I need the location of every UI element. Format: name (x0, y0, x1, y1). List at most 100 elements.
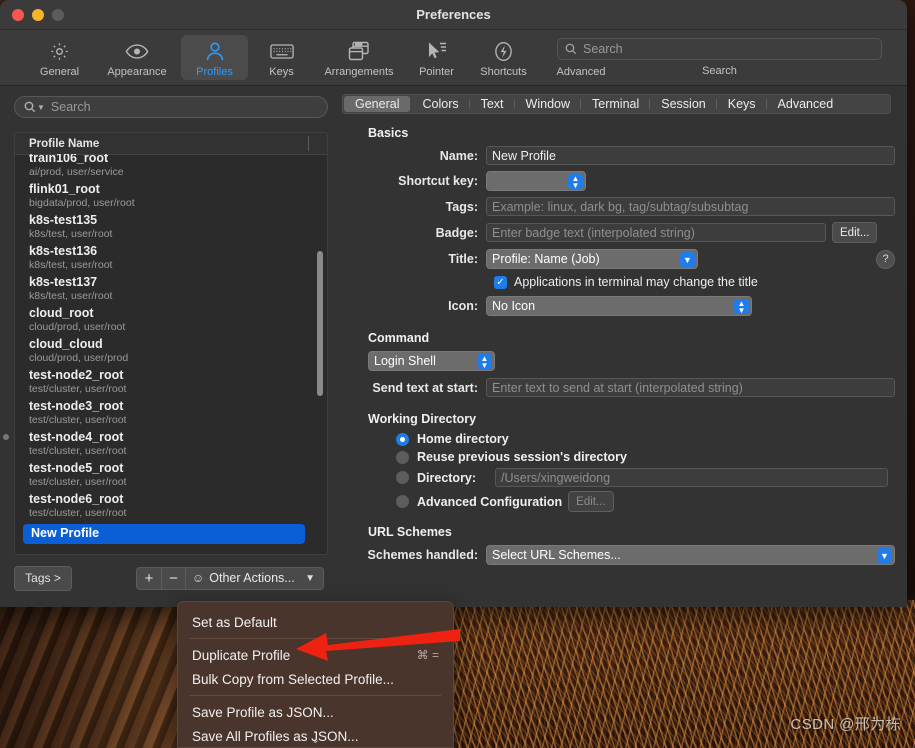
toolbar-item-keys[interactable]: Keys (248, 35, 315, 80)
list-item[interactable]: test-node4_root test/cluster, user/root (15, 429, 327, 460)
list-item[interactable]: test-node6_root test/cluster, user/root (15, 491, 327, 522)
profiles-scrollbar[interactable] (317, 251, 323, 396)
profile-tags: bigdata/prod, user/root (29, 197, 135, 209)
apps-change-title-label: Applications in terminal may change the … (514, 275, 758, 289)
minimize-button[interactable] (32, 9, 44, 21)
name-input[interactable]: New Profile (486, 146, 895, 165)
other-actions-button[interactable]: ☺ Other Actions... ▼ (186, 566, 324, 590)
tab-general[interactable]: General (344, 96, 411, 112)
profile-name: cloud_root (29, 306, 94, 320)
toolbar-item-arrangements[interactable]: Arrangements (315, 35, 403, 80)
other-actions-label: Other Actions... (209, 571, 295, 585)
profile-name: k8s-test137 (29, 275, 98, 289)
menu-scroll-down-icon[interactable]: ⌄ (178, 733, 453, 746)
chevron-down-icon: ▼ (305, 572, 315, 584)
schemes-handled-popup[interactable]: Select URL Schemes... ▼ (486, 545, 895, 565)
badge-edit-button[interactable]: Edit... (832, 222, 878, 243)
tab-window[interactable]: Window (515, 95, 582, 113)
menu-item-save-profile-json[interactable]: Save Profile as JSON... (178, 700, 453, 724)
toolbar-item-appearance[interactable]: Appearance (93, 35, 181, 80)
send-text-input[interactable]: Enter text to send at start (interpolate… (486, 378, 895, 397)
toolbar-label: General (39, 66, 80, 78)
column-header-profile-name: Profile Name (29, 137, 100, 150)
radio-row-reuse-previous[interactable]: Reuse previous session's directory (396, 450, 895, 464)
list-item[interactable]: test-node2_root test/cluster, user/root (15, 367, 327, 398)
profile-name: test-node6_root (29, 492, 124, 506)
home-directory-label: Home directory (417, 432, 509, 446)
add-profile-button[interactable]: + (136, 566, 161, 590)
tags-input[interactable]: Example: linux, dark bg, tag/subtag/subs… (486, 197, 895, 216)
radio-row-directory[interactable]: Directory: /Users/xingweidong (396, 468, 895, 487)
toolbar-label: Keys (269, 66, 294, 78)
menu-item-duplicate-profile[interactable]: Duplicate Profile ⌘ = (178, 643, 453, 667)
list-item-selected[interactable]: New Profile (23, 524, 305, 544)
profile-tags: k8s/test, user/root (29, 259, 113, 271)
badge-input[interactable]: Enter badge text (interpolated string) (486, 223, 826, 242)
profile-search-input[interactable]: ▼ Search (14, 96, 328, 118)
tab-text[interactable]: Text (470, 95, 515, 113)
list-item[interactable]: cloud_root cloud/prod, user/root (15, 305, 327, 336)
title-popup[interactable]: Profile: Name (Job) ▼ (486, 249, 698, 269)
profile-tags: test/cluster, user/root (29, 414, 127, 426)
resize-handle-dot[interactable] (3, 434, 9, 440)
profile-tags: test/cluster, user/root (29, 445, 127, 457)
tab-colors[interactable]: Colors (411, 95, 470, 113)
remove-profile-button[interactable]: − (161, 566, 186, 590)
section-heading-command: Command (368, 331, 430, 345)
menu-item-bulk-copy[interactable]: Bulk Copy from Selected Profile... (178, 667, 453, 691)
list-item[interactable]: k8s-test135 k8s/test, user/root (15, 212, 327, 243)
tags-button[interactable]: Tags > (14, 565, 72, 591)
list-item[interactable]: flink01_root bigdata/prod, user/root (15, 181, 327, 212)
toolbar-search-placeholder: Search (583, 42, 623, 56)
list-item[interactable]: test-node3_root test/cluster, user/root (15, 398, 327, 429)
tab-terminal[interactable]: Terminal (581, 95, 651, 113)
up-down-chevron-icon: ▲ ▼ (477, 354, 492, 369)
help-button[interactable]: ? (876, 249, 895, 269)
profile-tags: ai/prod, user/service (29, 166, 124, 178)
menu-item-label: Set as Default (192, 614, 277, 630)
profile-tags: k8s/test, user/root (29, 290, 113, 302)
profile-add-remove-group: + − ☺ Other Actions... ▼ (136, 566, 324, 590)
profiles-list[interactable]: train106_root ai/prod, user/service flin… (15, 154, 327, 554)
toolbar-item-pointer[interactable]: Pointer (403, 35, 470, 80)
up-down-chevron-icon: ▲ ▼ (568, 174, 583, 189)
command-popup[interactable]: Login Shell ▲ ▼ (368, 351, 495, 371)
shortcut-key-popup[interactable]: ▲ ▼ (486, 171, 586, 191)
list-item[interactable]: test-node5_root test/cluster, user/root (15, 460, 327, 491)
directory-radio[interactable] (396, 471, 409, 484)
schemes-handled-value: Select URL Schemes... (492, 548, 621, 562)
toolbar-item-profiles[interactable]: Profiles (181, 35, 248, 80)
section-heading-basics: Basics (368, 126, 409, 140)
other-actions-menu: Set as Default Duplicate Profile ⌘ = Bul… (177, 601, 454, 748)
toolbar-item-shortcuts[interactable]: Shortcuts (470, 35, 537, 80)
label-schemes-handled: Schemes handled: (367, 548, 478, 562)
tab-session[interactable]: Session (650, 95, 718, 113)
home-directory-radio[interactable] (396, 432, 409, 446)
list-item[interactable]: train106_root ai/prod, user/service (15, 154, 327, 181)
menu-separator (190, 695, 441, 696)
toolbar-search-group: Search Search (557, 38, 882, 77)
radio-row-home-directory[interactable]: Home directory (396, 432, 895, 446)
zoom-button[interactable] (52, 9, 64, 21)
label-tags: Tags: (445, 199, 478, 214)
menu-item-set-as-default[interactable]: Set as Default (178, 610, 453, 634)
field-row-shortcut-key: Shortcut key: ▲ ▼ (344, 171, 895, 191)
advanced-config-edit-button[interactable]: Edit... (568, 491, 614, 512)
tab-advanced[interactable]: Advanced (767, 95, 845, 113)
list-item[interactable]: k8s-test136 k8s/test, user/root (15, 243, 327, 274)
chevron-down-icon[interactable]: ▼ (37, 103, 45, 112)
list-item[interactable]: k8s-test137 k8s/test, user/root (15, 274, 327, 305)
directory-input[interactable]: /Users/xingweidong (495, 468, 888, 487)
list-item[interactable]: cloud_cloud cloud/prod, user/prod (15, 336, 327, 367)
toolbar-search-input[interactable]: Search (557, 38, 882, 60)
icon-popup[interactable]: No Icon ▲ ▼ (486, 296, 752, 316)
radio-row-advanced-config[interactable]: Advanced Configuration Edit... (396, 491, 895, 512)
profile-name: k8s-test135 (29, 213, 98, 227)
reuse-previous-radio[interactable] (396, 450, 409, 464)
tab-keys[interactable]: Keys (717, 95, 767, 113)
close-button[interactable] (12, 9, 24, 21)
toolbar-item-general[interactable]: General (26, 35, 93, 80)
advanced-config-radio[interactable] (396, 495, 409, 508)
section-heading-working-directory: Working Directory (368, 412, 477, 426)
apps-change-title-checkbox[interactable]: ✓ (494, 275, 507, 289)
